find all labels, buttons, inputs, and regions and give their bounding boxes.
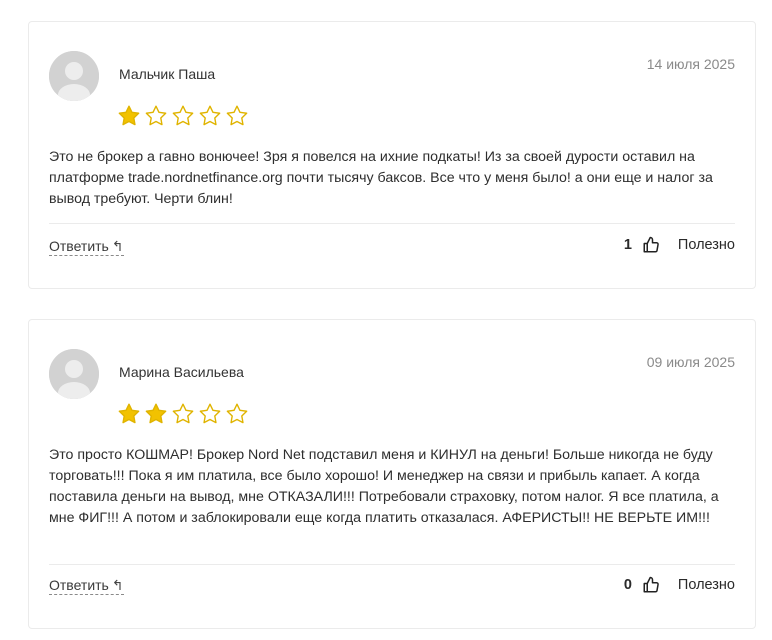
star-empty-icon — [198, 104, 222, 128]
review-author: Марина Васильева — [119, 364, 244, 380]
review-date: 14 июля 2025 — [646, 56, 735, 72]
star-empty-icon — [225, 402, 249, 426]
rating-stars — [117, 402, 249, 426]
user-silhouette-icon — [49, 51, 99, 101]
rating-stars — [117, 104, 249, 128]
review-text: Это не брокер а гавно вонючее! Зря я пов… — [49, 149, 713, 207]
reply-arrow-icon: ↰ — [111, 238, 124, 254]
divider — [49, 564, 735, 565]
review-author: Мальчик Паша — [119, 66, 216, 82]
review-card: Мальчик Паша 14 июля 2025 Это не брокер … — [28, 21, 756, 289]
thumbs-up-icon[interactable] — [642, 236, 660, 254]
review-date: 09 июля 2025 — [646, 354, 735, 370]
divider — [49, 223, 735, 224]
helpful-block: 1 Полезно — [624, 236, 735, 254]
avatar — [49, 349, 99, 399]
reply-label: Ответить — [49, 238, 109, 254]
helpful-button[interactable]: Полезно — [678, 237, 735, 253]
thumbs-up-icon[interactable] — [642, 576, 660, 594]
review-text: Это просто КОШМАР! Брокер Nord Net подст… — [49, 447, 719, 526]
reply-arrow-icon: ↰ — [111, 577, 124, 593]
star-empty-icon — [225, 104, 249, 128]
star-empty-icon — [198, 402, 222, 426]
star-filled-icon — [144, 402, 168, 426]
helpful-button[interactable]: Полезно — [678, 577, 735, 593]
reply-button[interactable]: Ответить ↰ — [49, 238, 124, 256]
star-empty-icon — [171, 402, 195, 426]
reply-button[interactable]: Ответить ↰ — [49, 577, 124, 595]
star-empty-icon — [171, 104, 195, 128]
avatar — [49, 51, 99, 101]
reply-label: Ответить — [49, 577, 109, 593]
like-count: 0 — [623, 577, 632, 593]
helpful-block: 0 Полезно — [624, 576, 735, 594]
user-silhouette-icon — [49, 349, 99, 399]
star-filled-icon — [117, 104, 141, 128]
star-filled-icon — [117, 402, 141, 426]
like-count: 1 — [623, 237, 632, 253]
star-empty-icon — [144, 104, 168, 128]
review-card: Марина Васильева 09 июля 2025 Это просто… — [28, 319, 756, 629]
